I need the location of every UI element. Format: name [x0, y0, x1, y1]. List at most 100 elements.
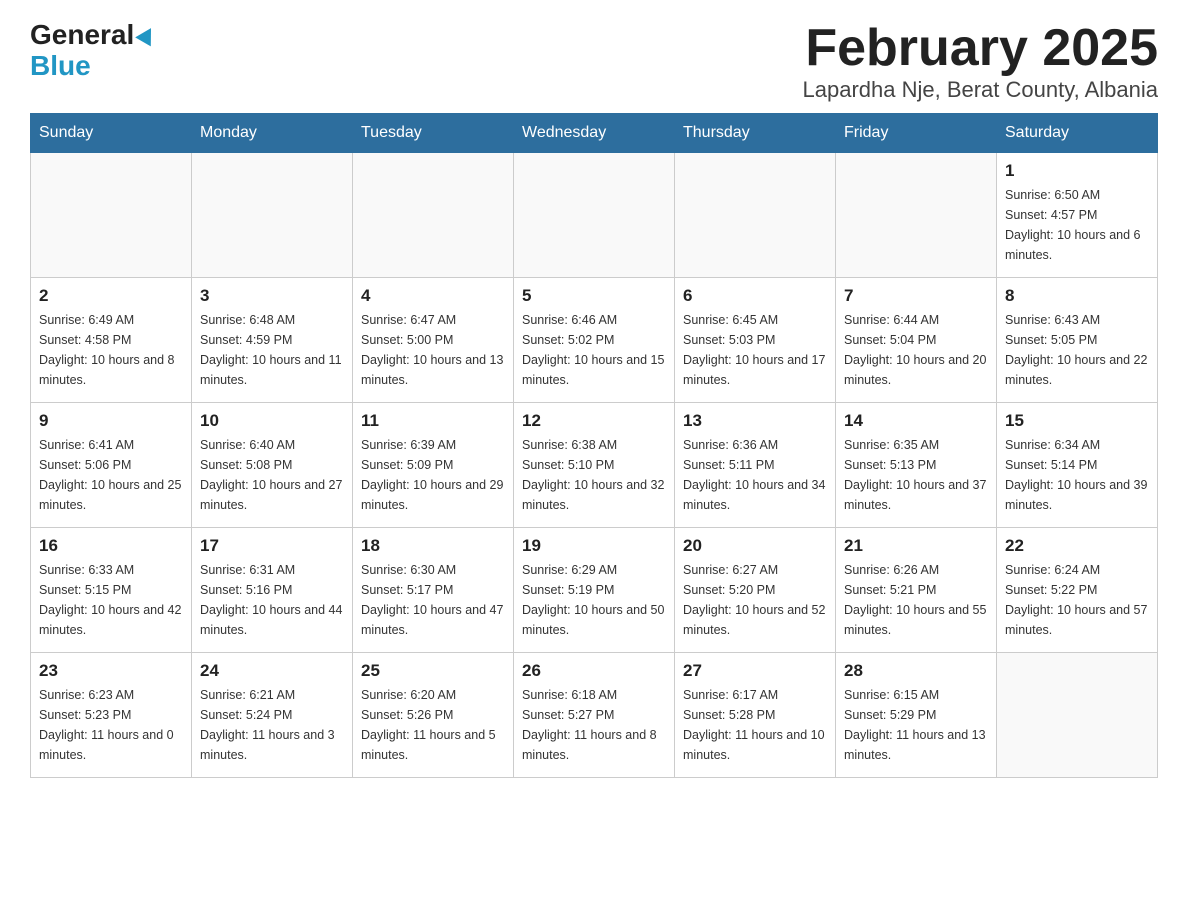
- calendar-cell: 13 Sunrise: 6:36 AMSunset: 5:11 PMDayligh…: [675, 403, 836, 528]
- calendar-cell: 1 Sunrise: 6:50 AMSunset: 4:57 PMDaylight…: [997, 153, 1158, 278]
- logo-blue-text: Blue: [30, 51, 156, 82]
- calendar-cell: [675, 153, 836, 278]
- day-number: 26: [522, 661, 666, 681]
- day-number: 5: [522, 286, 666, 306]
- day-info: Sunrise: 6:20 AMSunset: 5:26 PMDaylight:…: [361, 685, 505, 765]
- calendar-cell: 25 Sunrise: 6:20 AMSunset: 5:26 PMDayligh…: [353, 653, 514, 778]
- calendar-cell: 5 Sunrise: 6:46 AMSunset: 5:02 PMDaylight…: [514, 278, 675, 403]
- calendar-cell: 19Sunrise: 6:29 AMSunset: 5:19 PMDayligh…: [514, 528, 675, 653]
- day-number: 17: [200, 536, 344, 556]
- day-number: 28: [844, 661, 988, 681]
- calendar-day-header: Sunday: [31, 114, 192, 153]
- day-info: Sunrise: 6:15 AMSunset: 5:29 PMDaylight:…: [844, 685, 988, 765]
- day-number: 9: [39, 411, 183, 431]
- day-number: 1: [1005, 161, 1149, 181]
- calendar-cell: [31, 153, 192, 278]
- day-number: 6: [683, 286, 827, 306]
- day-number: 13: [683, 411, 827, 431]
- calendar-cell: 28 Sunrise: 6:15 AMSunset: 5:29 PMDayligh…: [836, 653, 997, 778]
- calendar-day-header: Wednesday: [514, 114, 675, 153]
- calendar-cell: 21 Sunrise: 6:26 AMSunset: 5:21 PMDayligh…: [836, 528, 997, 653]
- day-info: Sunrise: 6:34 AMSunset: 5:14 PMDaylight:…: [1005, 435, 1149, 515]
- day-info: Sunrise: 6:33 AMSunset: 5:15 PMDaylight:…: [39, 560, 183, 640]
- calendar-cell: 7 Sunrise: 6:44 AMSunset: 5:04 PMDaylight…: [836, 278, 997, 403]
- day-number: 12: [522, 411, 666, 431]
- day-number: 25: [361, 661, 505, 681]
- day-number: 20: [683, 536, 827, 556]
- calendar-cell: 16 Sunrise: 6:33 AMSunset: 5:15 PMDayligh…: [31, 528, 192, 653]
- day-number: 10: [200, 411, 344, 431]
- calendar-cell: 23Sunrise: 6:23 AMSunset: 5:23 PMDayligh…: [31, 653, 192, 778]
- day-info: Sunrise: 6:38 AMSunset: 5:10 PMDaylight:…: [522, 435, 666, 515]
- day-number: 23: [39, 661, 183, 681]
- day-info: Sunrise: 6:29 AMSunset: 5:19 PMDaylight:…: [522, 560, 666, 640]
- day-info: Sunrise: 6:49 AMSunset: 4:58 PMDaylight:…: [39, 310, 183, 390]
- logo: General Blue: [30, 20, 156, 82]
- day-info: Sunrise: 6:48 AMSunset: 4:59 PMDaylight:…: [200, 310, 344, 390]
- calendar-week-row: 2Sunrise: 6:49 AMSunset: 4:58 PMDaylight…: [31, 278, 1158, 403]
- day-number: 16: [39, 536, 183, 556]
- logo-triangle-icon: [135, 24, 159, 47]
- calendar-cell: [997, 653, 1158, 778]
- calendar-cell: 20 Sunrise: 6:27 AMSunset: 5:20 PMDayligh…: [675, 528, 836, 653]
- day-info: Sunrise: 6:40 AMSunset: 5:08 PMDaylight:…: [200, 435, 344, 515]
- calendar-cell: 10 Sunrise: 6:40 AMSunset: 5:08 PMDayligh…: [192, 403, 353, 528]
- calendar-cell: 27 Sunrise: 6:17 AMSunset: 5:28 PMDayligh…: [675, 653, 836, 778]
- calendar-day-header: Saturday: [997, 114, 1158, 153]
- logo-general-text: General: [30, 20, 134, 51]
- day-info: Sunrise: 6:41 AMSunset: 5:06 PMDaylight:…: [39, 435, 183, 515]
- day-info: Sunrise: 6:24 AMSunset: 5:22 PMDaylight:…: [1005, 560, 1149, 640]
- day-info: Sunrise: 6:35 AMSunset: 5:13 PMDaylight:…: [844, 435, 988, 515]
- calendar-cell: [353, 153, 514, 278]
- day-info: Sunrise: 6:27 AMSunset: 5:20 PMDaylight:…: [683, 560, 827, 640]
- day-info: Sunrise: 6:30 AMSunset: 5:17 PMDaylight:…: [361, 560, 505, 640]
- day-number: 27: [683, 661, 827, 681]
- calendar-cell: 9 Sunrise: 6:41 AMSunset: 5:06 PMDaylight…: [31, 403, 192, 528]
- calendar-table: SundayMondayTuesdayWednesdayThursdayFrid…: [30, 113, 1158, 778]
- calendar-week-row: 9 Sunrise: 6:41 AMSunset: 5:06 PMDaylight…: [31, 403, 1158, 528]
- calendar-cell: 24Sunrise: 6:21 AMSunset: 5:24 PMDayligh…: [192, 653, 353, 778]
- title-block: February 2025 Lapardha Nje, Berat County…: [803, 20, 1159, 103]
- calendar-day-header: Monday: [192, 114, 353, 153]
- day-number: 18: [361, 536, 505, 556]
- day-number: 4: [361, 286, 505, 306]
- day-number: 15: [1005, 411, 1149, 431]
- calendar-day-header: Friday: [836, 114, 997, 153]
- day-info: Sunrise: 6:36 AMSunset: 5:11 PMDaylight:…: [683, 435, 827, 515]
- calendar-day-header: Thursday: [675, 114, 836, 153]
- day-number: 7: [844, 286, 988, 306]
- calendar-cell: [192, 153, 353, 278]
- calendar-cell: 11 Sunrise: 6:39 AMSunset: 5:09 PMDayligh…: [353, 403, 514, 528]
- day-info: Sunrise: 6:17 AMSunset: 5:28 PMDaylight:…: [683, 685, 827, 765]
- day-info: Sunrise: 6:18 AMSunset: 5:27 PMDaylight:…: [522, 685, 666, 765]
- calendar-cell: 3 Sunrise: 6:48 AMSunset: 4:59 PMDaylight…: [192, 278, 353, 403]
- day-number: 22: [1005, 536, 1149, 556]
- calendar-cell: 2Sunrise: 6:49 AMSunset: 4:58 PMDaylight…: [31, 278, 192, 403]
- day-info: Sunrise: 6:21 AMSunset: 5:24 PMDaylight:…: [200, 685, 344, 765]
- calendar-cell: 18 Sunrise: 6:30 AMSunset: 5:17 PMDayligh…: [353, 528, 514, 653]
- page-title: February 2025: [803, 20, 1159, 77]
- calendar-cell: 4Sunrise: 6:47 AMSunset: 5:00 PMDaylight…: [353, 278, 514, 403]
- day-number: 21: [844, 536, 988, 556]
- day-info: Sunrise: 6:50 AMSunset: 4:57 PMDaylight:…: [1005, 185, 1149, 265]
- calendar-cell: 8Sunrise: 6:43 AMSunset: 5:05 PMDaylight…: [997, 278, 1158, 403]
- calendar-cell: [514, 153, 675, 278]
- calendar-cell: 6 Sunrise: 6:45 AMSunset: 5:03 PMDaylight…: [675, 278, 836, 403]
- day-info: Sunrise: 6:39 AMSunset: 5:09 PMDaylight:…: [361, 435, 505, 515]
- day-info: Sunrise: 6:44 AMSunset: 5:04 PMDaylight:…: [844, 310, 988, 390]
- calendar-week-row: 16 Sunrise: 6:33 AMSunset: 5:15 PMDayligh…: [31, 528, 1158, 653]
- calendar-cell: 14Sunrise: 6:35 AMSunset: 5:13 PMDayligh…: [836, 403, 997, 528]
- day-number: 11: [361, 411, 505, 431]
- calendar-header-row: SundayMondayTuesdayWednesdayThursdayFrid…: [31, 114, 1158, 153]
- day-number: 3: [200, 286, 344, 306]
- page-header: General Blue February 2025 Lapardha Nje,…: [30, 20, 1158, 103]
- calendar-cell: 26 Sunrise: 6:18 AMSunset: 5:27 PMDayligh…: [514, 653, 675, 778]
- calendar-cell: 17 Sunrise: 6:31 AMSunset: 5:16 PMDayligh…: [192, 528, 353, 653]
- day-info: Sunrise: 6:45 AMSunset: 5:03 PMDaylight:…: [683, 310, 827, 390]
- day-info: Sunrise: 6:26 AMSunset: 5:21 PMDaylight:…: [844, 560, 988, 640]
- calendar-cell: [836, 153, 997, 278]
- calendar-day-header: Tuesday: [353, 114, 514, 153]
- day-info: Sunrise: 6:31 AMSunset: 5:16 PMDaylight:…: [200, 560, 344, 640]
- day-info: Sunrise: 6:46 AMSunset: 5:02 PMDaylight:…: [522, 310, 666, 390]
- calendar-cell: 12 Sunrise: 6:38 AMSunset: 5:10 PMDayligh…: [514, 403, 675, 528]
